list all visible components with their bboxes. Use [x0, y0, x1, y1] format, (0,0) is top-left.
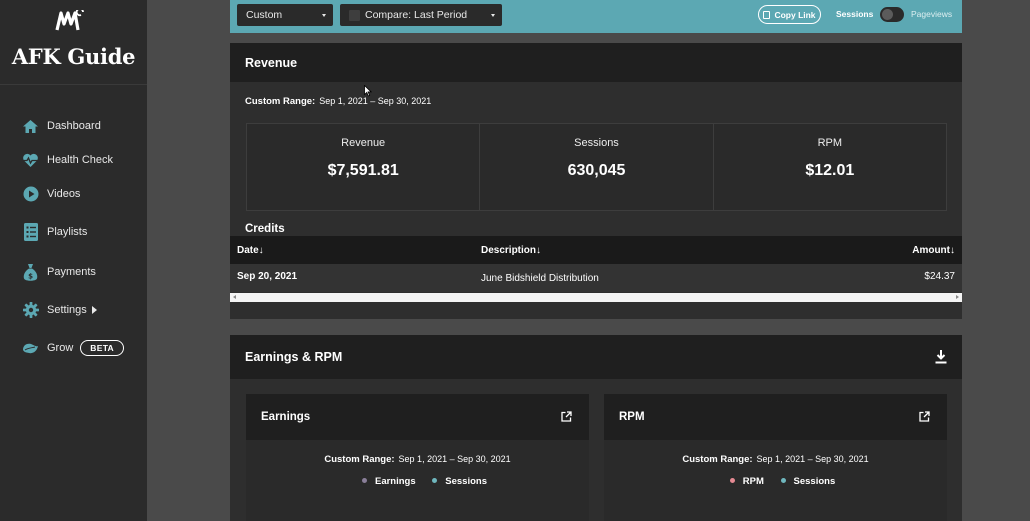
rpm-card: RPM Custom Range: Sep 1, 2021 – Sep 30, 2… [604, 394, 947, 521]
beta-badge: BETA [80, 340, 124, 356]
sidebar-item-grow[interactable]: Grow BETA [22, 337, 124, 359]
stat-label: Sessions [574, 137, 619, 149]
list-icon [22, 223, 39, 241]
sidebar-item-dashboard[interactable]: Dashboard [22, 115, 101, 137]
range-value: Sep 1, 2021 – Sep 30, 2021 [319, 96, 432, 106]
mouse-cursor-icon [364, 85, 372, 97]
play-circle-icon [22, 186, 39, 203]
stat-value: $12.01 [805, 162, 855, 179]
horizontal-scrollbar[interactable] [230, 293, 962, 302]
copy-icon [763, 10, 771, 19]
legend-dot-rpm [729, 478, 735, 483]
column-header-amount[interactable]: Amount↓ [912, 245, 955, 256]
sidebar-item-videos[interactable]: Videos [22, 183, 80, 205]
toggle-label-sessions: Sessions [836, 9, 874, 19]
sidebar-item-label: Videos [47, 188, 81, 200]
legend-item-sessions[interactable]: Sessions [794, 476, 836, 487]
rpm-range: Custom Range: Sep 1, 2021 – Sep 30, 2021 [604, 454, 947, 465]
dropdown-arrow-icon [322, 14, 326, 17]
download-icon[interactable] [935, 350, 947, 364]
chart-legend: Earnings Sessions [246, 476, 589, 487]
sidebar-item-settings[interactable]: Settings [22, 299, 97, 321]
caret-right-icon [91, 306, 97, 314]
sidebar-item-label: Dashboard [47, 120, 101, 132]
range-value: Sep 1, 2021 – Sep 30, 2021 [398, 454, 511, 464]
cell-date: Sep 20, 2021 [237, 271, 298, 282]
divider [0, 84, 147, 85]
svg-text:$: $ [28, 272, 33, 280]
scroll-right-icon[interactable] [956, 295, 959, 299]
compare-value: Compare: Last Period [365, 9, 468, 21]
legend-item-rpm[interactable]: RPM [743, 476, 764, 487]
toggle-label-pageviews: Pageviews [911, 9, 953, 19]
stat-label: RPM [817, 137, 843, 149]
dropdown-arrow-icon [491, 14, 495, 17]
credits-title: Credits [245, 223, 285, 235]
sidebar-item-label: Health Check [47, 154, 114, 166]
copy-link-label: Copy Link [774, 9, 816, 20]
home-icon [22, 118, 39, 135]
column-header-date[interactable]: Date↓ [237, 245, 264, 256]
toggle-knob [882, 9, 893, 20]
stats-summary: Revenue $7,591.81 Sessions 630,045 RPM $… [246, 123, 947, 211]
cell-description: June Bidshield Distribution [481, 273, 599, 284]
sidebar-item-label: Grow [47, 342, 74, 354]
legend-item-sessions[interactable]: Sessions [445, 476, 487, 487]
earnings-card: Earnings Custom Range: Sep 1, 2021 – Sep … [246, 394, 589, 521]
sidebar-item-payments[interactable]: $ Payments [22, 261, 96, 283]
external-link-icon[interactable] [919, 411, 930, 422]
cell-amount: $24.37 [924, 271, 955, 282]
sidebar-item-health-check[interactable]: Health Check [22, 149, 113, 171]
stat-value: $7,591.81 [327, 162, 399, 179]
rpm-card-title: RPM [604, 394, 947, 440]
sessions-pageviews-toggle[interactable] [880, 7, 904, 22]
heartbeat-icon [22, 152, 39, 169]
brand-name[interactable]: AFK Guide [0, 44, 147, 69]
earnings-card-title: Earnings [246, 394, 589, 440]
stat-value: 630,045 [567, 162, 626, 179]
money-bag-icon: $ [22, 263, 39, 281]
external-link-icon[interactable] [561, 411, 572, 422]
stat-label: Revenue [341, 137, 386, 149]
credits-table-header: Date↓ Description↓ Amount↓ [230, 236, 962, 264]
date-range-select[interactable]: Custom [237, 4, 333, 26]
sidebar-item-label: Payments [47, 266, 96, 278]
range-label: Custom Range: [324, 454, 395, 465]
table-row: Sep 20, 2021 June Bidshield Distribution… [230, 264, 962, 292]
legend-dot-earnings [361, 478, 367, 483]
date-range-value: Custom [246, 9, 283, 21]
legend-dot-sessions [780, 478, 786, 483]
revenue-title: Revenue [230, 43, 962, 82]
legend-item-earnings[interactable]: Earnings [375, 476, 416, 487]
stat-rpm: RPM $12.01 [713, 124, 946, 210]
earnings-range: Custom Range: Sep 1, 2021 – Sep 30, 2021 [246, 454, 589, 465]
stat-sessions: Sessions 630,045 [480, 124, 714, 210]
earnings-rpm-panel: Earnings & RPM Earnings Custom Range: Sep… [230, 335, 962, 521]
range-label: Custom Range: [682, 454, 753, 465]
sidebar-item-label: Playlists [47, 226, 88, 238]
stat-revenue: Revenue $7,591.81 [247, 124, 481, 210]
compare-color-swatch [349, 9, 360, 21]
copy-link-button[interactable]: Copy Link [758, 5, 821, 24]
sidebar: AFK Guide Dashboard Health Check Videos … [0, 0, 147, 521]
earnings-rpm-title: Earnings & RPM [230, 335, 962, 379]
range-value: Sep 1, 2021 – Sep 30, 2021 [756, 454, 869, 464]
compare-select[interactable]: Compare: Last Period [340, 4, 502, 26]
logo-icon [55, 10, 84, 31]
gear-icon [22, 302, 39, 319]
sidebar-item-label: Settings [47, 304, 87, 316]
column-header-description[interactable]: Description↓ [481, 245, 541, 256]
sidebar-item-playlists[interactable]: Playlists [22, 221, 87, 243]
grow-icon [22, 340, 39, 357]
range-label: Custom Range: [245, 96, 316, 107]
revenue-range: Custom Range: Sep 1, 2021 – Sep 30, 2021 [245, 96, 431, 107]
legend-dot-sessions [432, 478, 438, 483]
scroll-left-icon[interactable] [233, 295, 236, 299]
chart-legend: RPM Sessions [604, 476, 947, 487]
revenue-panel: Revenue Custom Range: Sep 1, 2021 – Sep 3… [230, 43, 962, 319]
toolbar: Custom Compare: Last Period Copy Link Se… [230, 0, 962, 33]
